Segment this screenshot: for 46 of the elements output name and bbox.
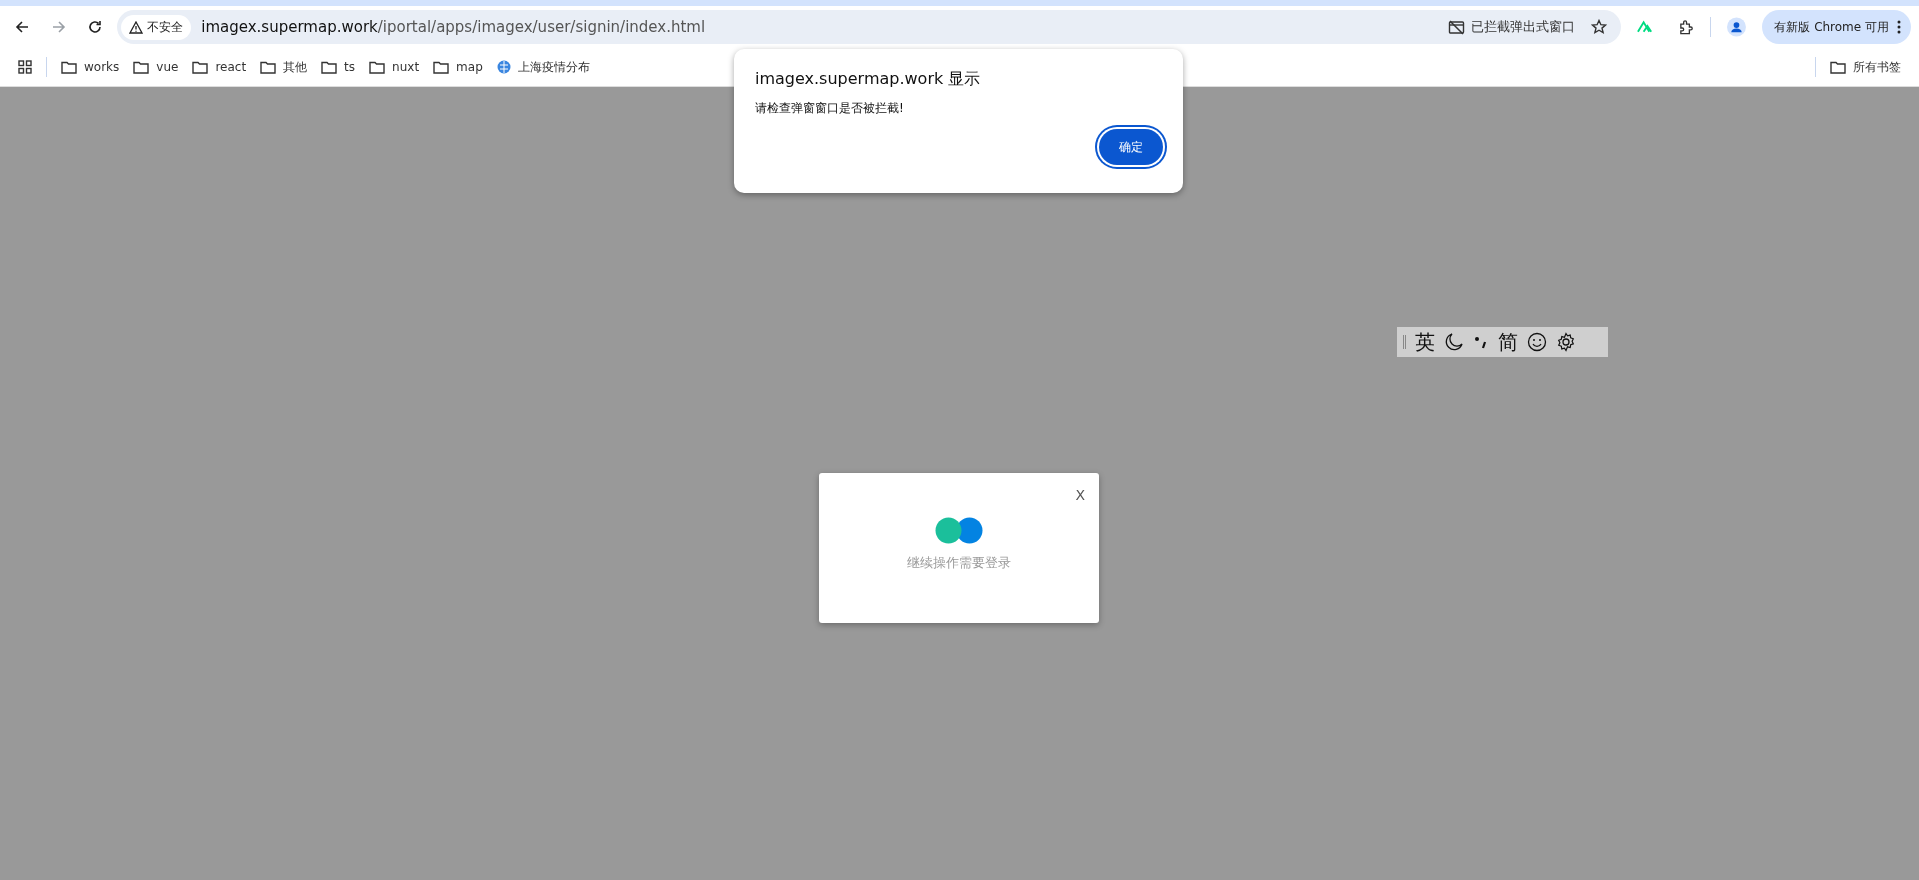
folder-icon — [1830, 60, 1846, 74]
drag-handle[interactable] — [1403, 335, 1406, 349]
reload-icon — [87, 19, 104, 35]
bookmark-item[interactable]: map — [433, 60, 483, 74]
folder-icon — [133, 60, 150, 74]
apps-grid-icon[interactable] — [18, 60, 32, 74]
puzzle-icon[interactable] — [1678, 18, 1695, 36]
bookmark-item[interactable]: vue — [133, 60, 179, 74]
alert-title: imagex.supermap.work 显示 — [755, 69, 982, 90]
warning-icon — [129, 20, 144, 34]
login-required-text: 继续操作需要登录 — [907, 554, 1011, 572]
all-bookmarks-item[interactable]: 所有书签 — [1830, 58, 1901, 76]
settings-icon[interactable] — [1556, 332, 1576, 352]
blocked-window-icon — [1448, 19, 1466, 35]
bookmark-item[interactable]: ts — [321, 60, 356, 74]
bookmark-item[interactable]: react — [192, 60, 247, 74]
bookmark-item[interactable]: nuxt — [369, 60, 420, 74]
bookmark-star-icon[interactable] — [1591, 19, 1608, 35]
folder-icon — [192, 60, 209, 74]
ime-charset-toggle[interactable]: 简 — [1498, 328, 1518, 356]
forward-arrow-icon — [50, 19, 67, 35]
back-arrow-icon — [14, 19, 31, 35]
bookmark-item[interactable]: works — [61, 60, 120, 74]
folder-icon — [321, 60, 338, 74]
more-icon — [1897, 20, 1901, 34]
alert-message: 请检查弹窗窗口是否被拦截! — [755, 100, 905, 117]
folder-icon — [61, 60, 77, 74]
popup-blocked-label: 已拦截弹出式窗口 — [1471, 18, 1576, 36]
profile-avatar-icon[interactable] — [1727, 17, 1747, 37]
popup-blocked-chip[interactable]: 已拦截弹出式窗口 — [1448, 18, 1576, 36]
folder-icon — [433, 60, 450, 74]
update-chrome-button[interactable]: 有新版 Chrome 可用 — [1762, 10, 1911, 44]
logo-icon — [935, 517, 983, 544]
security-label: 不安全 — [147, 18, 184, 36]
moon-icon[interactable] — [1444, 332, 1464, 352]
folder-icon — [260, 60, 277, 74]
smiley-icon[interactable] — [1527, 332, 1547, 352]
bookmark-item[interactable]: 其他 — [260, 58, 308, 76]
security-chip[interactable]: 不安全 — [121, 14, 192, 40]
address-bar[interactable]: 不安全 imagex.supermap.work/iportal/apps/imagex/user/signin/index.html 已拦截弹出式窗口 — [117, 10, 1622, 44]
bookmark-item[interactable]: 上海疫情分布 — [496, 58, 590, 76]
ime-mode-toggle[interactable]: 英 — [1415, 328, 1435, 356]
url-text: imagex.supermap.work/iportal/apps/imagex/user/signin/index.html — [201, 18, 706, 36]
folder-icon — [369, 60, 386, 74]
close-button[interactable]: X — [1075, 487, 1085, 503]
globe-icon — [496, 60, 511, 74]
